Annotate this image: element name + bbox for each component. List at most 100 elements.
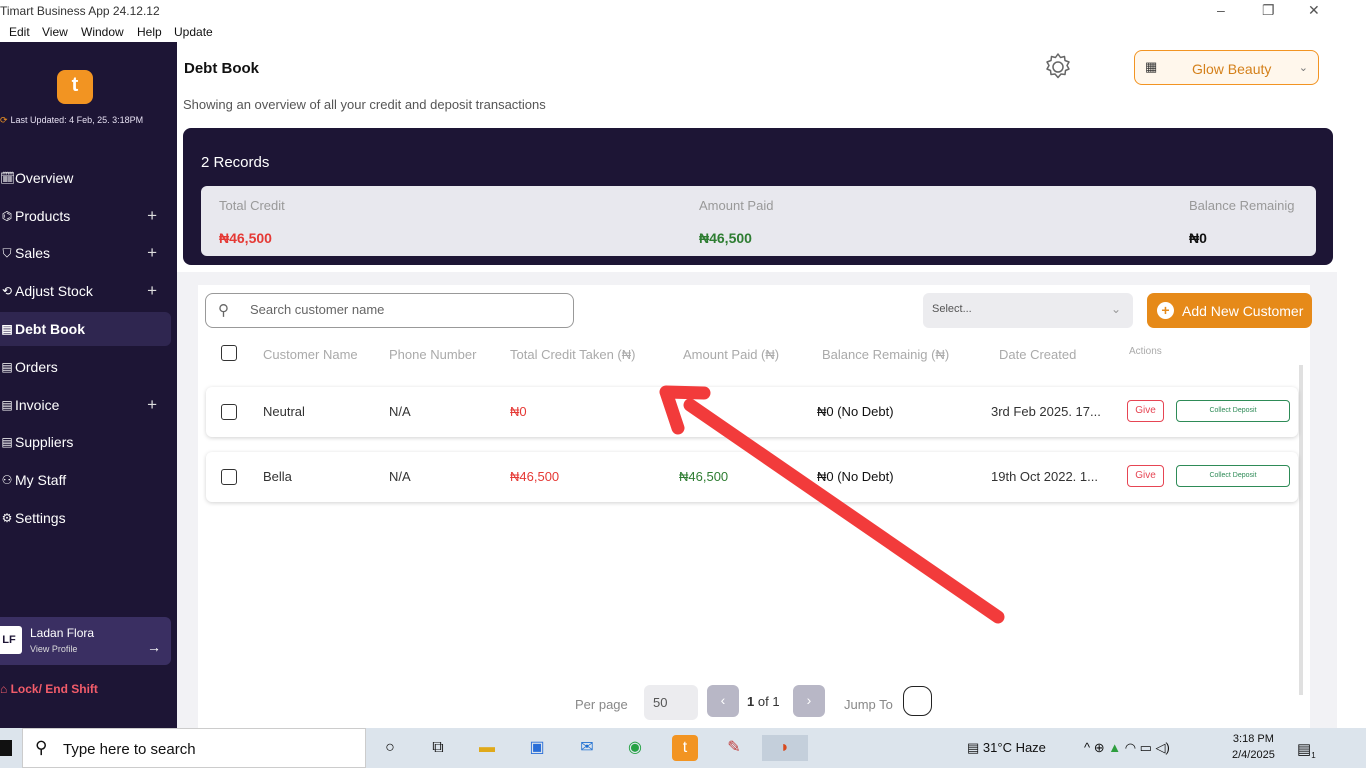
- amount-paid-label: Amount Paid: [699, 198, 774, 213]
- jump-to-input[interactable]: [903, 686, 932, 716]
- clock[interactable]: 3:18 PM 2/4/2025: [1232, 731, 1275, 763]
- clock-time: 3:18 PM: [1232, 733, 1274, 745]
- balance-remaining: ₦0 (No Debt): [817, 404, 894, 419]
- last-updated-text: Last Updated: 4 Feb, 25. 3:18PM: [10, 115, 144, 125]
- select-all-checkbox[interactable]: [221, 345, 237, 361]
- add-new-customer-button[interactable]: + Add New Customer: [1147, 293, 1312, 328]
- paint-icon[interactable]: ✎: [721, 735, 747, 761]
- next-page-button[interactable]: ›: [793, 685, 825, 717]
- table-row[interactable]: Bella N/A ₦46,500 ₦46,500 ₦0 (No Debt) 1…: [206, 452, 1298, 502]
- expand-plus-icon[interactable]: +: [147, 281, 157, 301]
- settings-gear-icon[interactable]: [1041, 50, 1075, 84]
- row-checkbox[interactable]: [221, 469, 237, 485]
- collect-deposit-button[interactable]: Collect Deposit: [1176, 400, 1290, 422]
- sidebar-item-overview[interactable]: 🗓 Overview: [0, 161, 171, 195]
- minimize-button[interactable]: –: [1217, 2, 1225, 18]
- date-created: 19th Oct 2022. 1...: [991, 469, 1098, 484]
- total-credit-value: ₦46,500: [219, 230, 272, 246]
- collect-deposit-button[interactable]: Collect Deposit: [1176, 465, 1290, 487]
- page-subtitle: Showing an overview of all your credit a…: [183, 97, 546, 112]
- amount-paid: ₦46,500: [679, 469, 729, 484]
- menu-window[interactable]: Window: [81, 25, 124, 39]
- filter-select[interactable]: Select... ⌄: [923, 293, 1133, 328]
- give-button[interactable]: Give: [1127, 465, 1164, 487]
- row-checkbox[interactable]: [221, 404, 237, 420]
- column-header-actions: Actions: [1129, 346, 1162, 357]
- menu-edit[interactable]: Edit: [9, 25, 30, 39]
- view-profile-link[interactable]: View Profile: [30, 644, 77, 654]
- store-icon: ▦: [1145, 59, 1158, 74]
- lock-icon: ⌂: [0, 682, 11, 696]
- file-explorer-icon[interactable]: ▬: [474, 735, 500, 761]
- balance-value: ₦0: [1189, 230, 1207, 246]
- active-app-icon[interactable]: ◗: [762, 735, 808, 761]
- cortana-icon[interactable]: ○: [377, 735, 403, 761]
- menu-bar: Edit View Window Help Update: [0, 22, 1366, 42]
- sidebar-item-sales[interactable]: ⛉ Sales +: [0, 236, 171, 270]
- phone-number: N/A: [389, 404, 411, 419]
- column-header-customer-name: Customer Name: [263, 347, 358, 362]
- search-icon: ⚲: [218, 302, 229, 319]
- column-header-total-credit: Total Credit Taken (₦): [510, 347, 636, 362]
- suppliers-icon: ▤: [1, 435, 13, 449]
- page-title: Debt Book: [184, 60, 259, 77]
- table-row[interactable]: Neutral N/A ₦0 ₦0 (No Debt) 3rd Feb 2025…: [206, 387, 1298, 437]
- task-view-icon[interactable]: ⧉: [425, 735, 451, 761]
- per-page-select[interactable]: 50: [644, 685, 698, 720]
- menu-help[interactable]: Help: [137, 25, 162, 39]
- windows-start-icon[interactable]: [0, 740, 12, 756]
- taskbar-search-text: Type here to search: [63, 741, 196, 758]
- notification-icon[interactable]: ▤1: [1297, 740, 1316, 760]
- menu-update[interactable]: Update: [174, 25, 213, 39]
- prev-page-button[interactable]: ‹: [707, 685, 739, 717]
- give-button[interactable]: Give: [1127, 400, 1164, 422]
- main-content: Debt Book Showing an overview of all you…: [177, 42, 1366, 728]
- per-page-label: Per page: [575, 697, 628, 712]
- column-header-date-created: Date Created: [999, 347, 1077, 362]
- expand-plus-icon[interactable]: +: [147, 243, 157, 263]
- title-bar: Timart Business App 24.12.12 – ❐ ✕: [0, 0, 1366, 22]
- sidebar-item-invoice[interactable]: ▤ Invoice +: [0, 388, 171, 422]
- timart-app-icon[interactable]: t: [672, 735, 698, 761]
- book-icon: ▤: [1, 322, 13, 336]
- arrow-right-icon[interactable]: →: [147, 639, 161, 655]
- filter-select-value: Select...: [932, 303, 972, 315]
- menu-view[interactable]: View: [42, 25, 68, 39]
- sidebar-item-products[interactable]: ⌬ Products +: [0, 199, 171, 233]
- box-icon: ⌬: [1, 209, 13, 223]
- chevron-down-icon: ⌄: [1110, 302, 1121, 316]
- store-name: Glow Beauty: [1192, 61, 1272, 77]
- balance-label: Balance Remainig: [1189, 198, 1295, 213]
- column-header-amount-paid: Amount Paid (₦): [683, 347, 780, 362]
- weather-widget[interactable]: ▤ 31°C Haze: [967, 740, 1046, 756]
- sidebar-item-suppliers[interactable]: ▤ Suppliers: [0, 425, 171, 459]
- sidebar-item-orders[interactable]: ▤ Orders: [0, 350, 171, 384]
- tray-icons[interactable]: ^ ⊕ ▲ ◠ ▭ ◁): [1084, 740, 1170, 756]
- sidebar-item-adjust-stock[interactable]: ⟲ Adjust Stock +: [0, 274, 171, 308]
- search-box[interactable]: ⚲: [205, 293, 574, 328]
- store-selector[interactable]: ▦ Glow Beauty ⌄: [1134, 50, 1319, 85]
- search-input[interactable]: [250, 302, 560, 317]
- close-button[interactable]: ✕: [1308, 2, 1320, 19]
- profile-card[interactable]: LF Ladan Flora View Profile →: [0, 617, 171, 665]
- sidebar-item-label: Products: [15, 208, 71, 224]
- restore-button[interactable]: ❐: [1262, 2, 1275, 19]
- customers-panel: ⚲ Select... ⌄ + Add New Customer Custome…: [198, 285, 1312, 728]
- expand-plus-icon[interactable]: +: [147, 206, 157, 226]
- window-title: Timart Business App 24.12.12: [0, 4, 160, 18]
- sidebar-item-debt-book[interactable]: ▤ Debt Book: [0, 312, 171, 346]
- store-icon[interactable]: ▣: [524, 735, 550, 761]
- taskbar-search[interactable]: ⚲ Type here to search: [22, 728, 366, 768]
- sidebar-item-label: Debt Book: [15, 321, 85, 337]
- whatsapp-icon[interactable]: ◉: [622, 735, 648, 761]
- sidebar-item-my-staff[interactable]: ⚇ My Staff: [0, 463, 171, 497]
- clock-date: 2/4/2025: [1232, 749, 1275, 761]
- scrollbar[interactable]: [1299, 365, 1303, 695]
- lock-end-shift-button[interactable]: ⌂ Lock/ End Shift: [0, 682, 98, 696]
- expand-plus-icon[interactable]: +: [147, 395, 157, 415]
- lock-label: Lock/ End Shift: [10, 682, 98, 696]
- mail-icon[interactable]: ✉: [574, 735, 600, 761]
- sidebar-item-settings[interactable]: ⚙ Settings: [0, 501, 171, 535]
- add-new-customer-label: Add New Customer: [1182, 303, 1304, 319]
- sidebar-item-label: Overview: [15, 170, 74, 186]
